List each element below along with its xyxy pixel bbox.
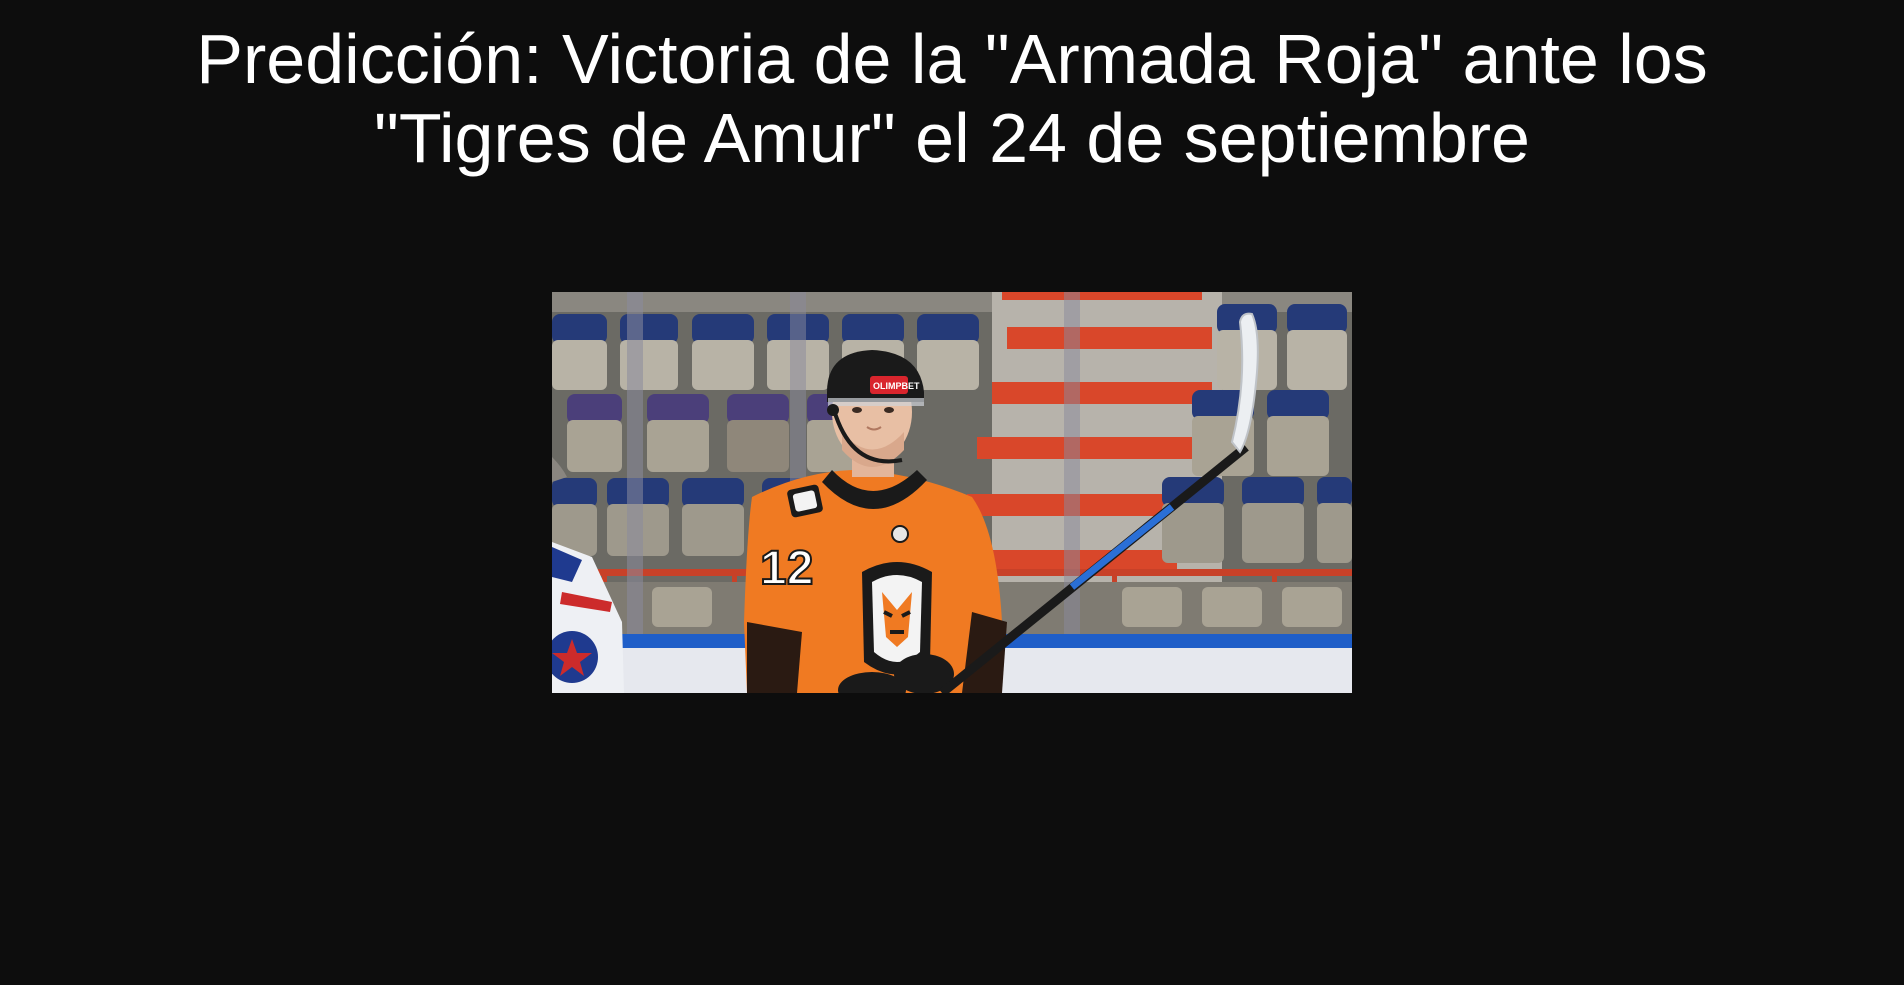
svg-text:12: 12 bbox=[760, 542, 813, 595]
svg-text:OLIMPBET: OLIMPBET bbox=[873, 381, 920, 391]
article-title: Predicción: Victoria de la "Armada Roja"… bbox=[196, 20, 1708, 177]
article-image: 12 OLIMPBET bbox=[552, 292, 1352, 693]
hockey-player-image: 12 OLIMPBET bbox=[552, 292, 1352, 693]
article-page: Predicción: Victoria de la "Armada Roja"… bbox=[0, 0, 1904, 985]
